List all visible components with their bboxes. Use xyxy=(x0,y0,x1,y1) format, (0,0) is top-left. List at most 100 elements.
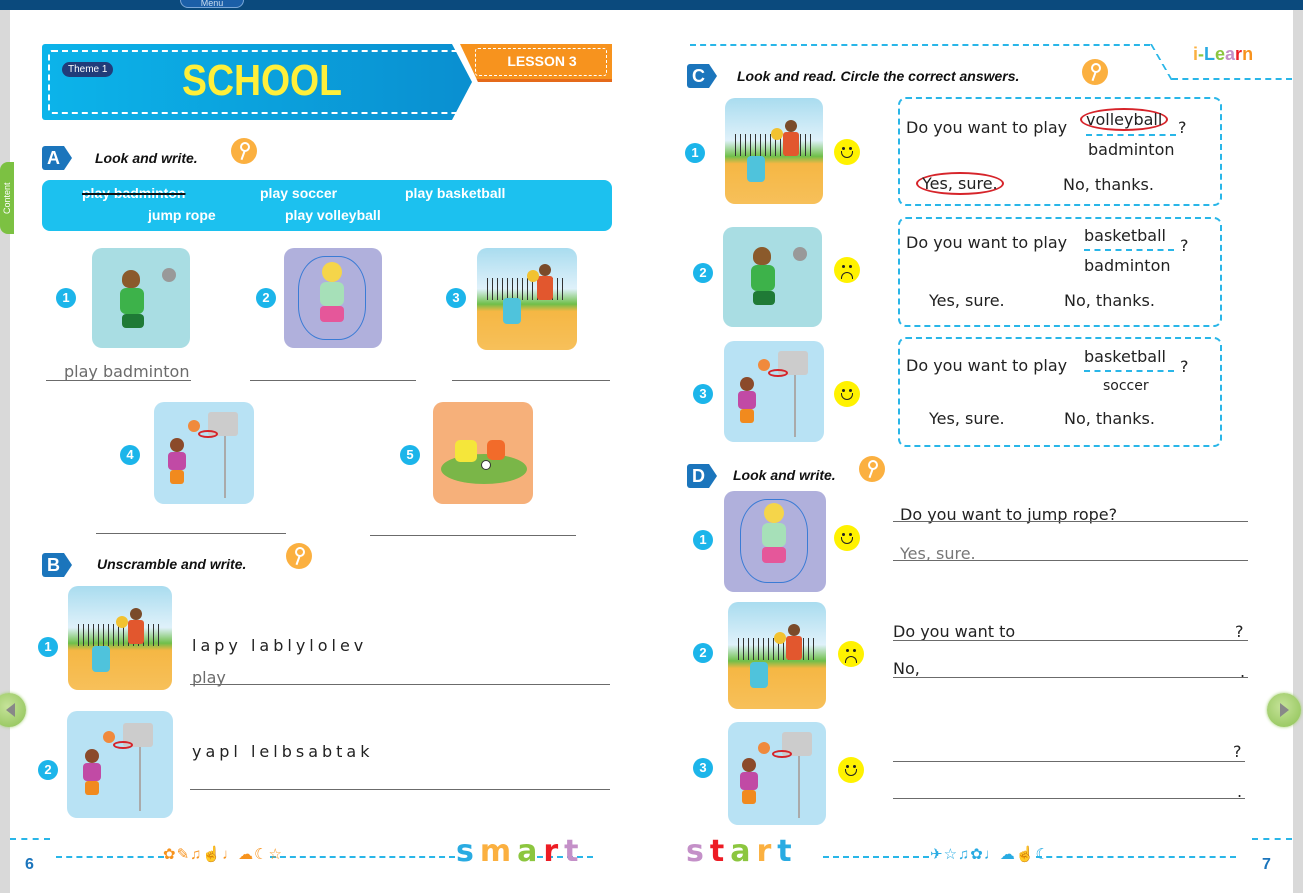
item-number: 3 xyxy=(446,288,466,308)
reply-circled[interactable]: Yes, sure. xyxy=(916,172,1004,195)
section-a-title: Look and write. xyxy=(95,150,198,166)
footer-dash xyxy=(270,856,455,858)
jump-rope-picture xyxy=(724,491,826,592)
answer-line[interactable] xyxy=(893,761,1245,762)
answer-key-icon[interactable] xyxy=(286,543,312,569)
answer-text: Do you want to xyxy=(893,622,1016,641)
answer-line[interactable] xyxy=(46,380,191,381)
option[interactable]: badminton xyxy=(1088,140,1175,159)
right-gutter xyxy=(1293,10,1303,893)
word-bank-item: play basketball xyxy=(405,185,506,201)
option-circled[interactable]: volleyball xyxy=(1080,108,1169,131)
item-number: 2 xyxy=(693,643,713,663)
item-number: 2 xyxy=(38,760,58,780)
footer-dash xyxy=(1036,856,1236,858)
answer-key-icon[interactable] xyxy=(1082,59,1108,85)
page-number-left: 6 xyxy=(25,856,34,873)
menu-button[interactable]: Menu xyxy=(180,0,244,8)
question-mark: ? xyxy=(1178,118,1187,137)
jump-rope-picture xyxy=(284,248,382,348)
happy-face-icon xyxy=(834,139,860,165)
volleyball-picture xyxy=(725,98,823,204)
answer-line[interactable] xyxy=(96,533,286,534)
footer-dash xyxy=(56,856,164,858)
question-mark: ? xyxy=(1180,357,1189,376)
scrambled-word: lapy lablylolev xyxy=(192,636,368,655)
decorative-dash xyxy=(1172,78,1292,80)
footer-doodles: ✿✎♫☝♩☁☾☆ xyxy=(163,846,283,863)
answer-key-icon[interactable] xyxy=(859,456,885,482)
chevron-right-icon xyxy=(1280,703,1289,717)
reply-option[interactable]: Yes, sure. xyxy=(929,409,1005,428)
question-mark: ? xyxy=(1180,236,1189,255)
answer-line[interactable] xyxy=(893,521,1248,522)
question-box xyxy=(898,337,1222,447)
left-gutter xyxy=(0,10,10,893)
answer-line[interactable] xyxy=(893,677,1248,678)
option[interactable]: badminton xyxy=(1084,256,1171,275)
reply-option[interactable]: No, thanks. xyxy=(1063,175,1154,194)
item-number: 2 xyxy=(256,288,276,308)
content-tab[interactable]: Content xyxy=(0,162,14,234)
next-page-button[interactable] xyxy=(1267,693,1301,727)
line-end-mark: . xyxy=(1240,662,1246,681)
smart-logo: smart xyxy=(456,834,585,869)
answer-text: play badminton xyxy=(64,362,190,381)
word-bank-item: jump rope xyxy=(148,207,216,223)
item-number: 3 xyxy=(693,758,713,778)
answer-line[interactable] xyxy=(452,380,610,381)
unit-title: SCHOOL xyxy=(182,56,342,105)
item-number: 2 xyxy=(693,263,713,283)
section-d-title: Look and write. xyxy=(733,467,836,483)
option[interactable]: basketball xyxy=(1084,347,1166,366)
word-bank: play badminton play soccer play basketba… xyxy=(42,180,612,231)
item-number: 1 xyxy=(38,637,58,657)
page-number-right: 7 xyxy=(1262,856,1271,873)
option[interactable]: basketball xyxy=(1084,226,1166,245)
answer-line[interactable] xyxy=(893,560,1248,561)
item-number: 4 xyxy=(120,445,140,465)
volleyball-picture xyxy=(728,602,826,709)
answer-line[interactable] xyxy=(190,789,610,790)
reply-option[interactable]: Yes, sure. xyxy=(929,291,1005,310)
reply-option[interactable]: No, thanks. xyxy=(1064,409,1155,428)
start-logo: start xyxy=(686,834,798,869)
answer-line[interactable] xyxy=(190,684,610,685)
item-number: 1 xyxy=(693,530,713,550)
answer-key-icon[interactable] xyxy=(231,138,257,164)
item-number: 1 xyxy=(685,143,705,163)
happy-face-icon xyxy=(838,757,864,783)
answer-line[interactable] xyxy=(250,380,416,381)
section-c-title: Look and read. Circle the correct answer… xyxy=(737,68,1020,84)
answer-line[interactable] xyxy=(893,640,1248,641)
volleyball-picture xyxy=(68,586,172,690)
footer-dash xyxy=(823,856,929,858)
question-text: Do you want to play xyxy=(906,356,1068,375)
line-end-mark: ? xyxy=(1235,622,1244,641)
soccer-picture xyxy=(433,402,533,504)
reply-option[interactable]: No, thanks. xyxy=(1064,291,1155,310)
item-number: 3 xyxy=(693,384,713,404)
happy-face-icon xyxy=(834,525,860,551)
question-text: Do you want to play xyxy=(906,118,1068,137)
decorative-dash xyxy=(690,44,1150,46)
sad-face-icon xyxy=(838,641,864,667)
word-bank-item: play soccer xyxy=(260,185,338,201)
item-number: 1 xyxy=(56,288,76,308)
theme-banner: Theme 1 SCHOOL xyxy=(42,44,472,120)
answer-text: No, xyxy=(893,659,920,678)
section-b-title: Unscramble and write. xyxy=(97,556,247,572)
basketball-picture xyxy=(154,402,254,504)
question-text: Do you want to play xyxy=(906,233,1068,252)
line-end-mark: ? xyxy=(1233,742,1242,761)
answer-line[interactable] xyxy=(893,798,1245,799)
footer-dash xyxy=(1252,838,1292,840)
word-bank-item: play volleyball xyxy=(285,207,381,223)
footer-dash xyxy=(10,838,50,840)
happy-face-icon xyxy=(834,381,860,407)
option[interactable]: soccer xyxy=(1103,378,1149,394)
sad-face-icon xyxy=(834,257,860,283)
answer-line[interactable] xyxy=(370,535,576,536)
item-number: 5 xyxy=(400,445,420,465)
badminton-picture xyxy=(723,227,822,327)
